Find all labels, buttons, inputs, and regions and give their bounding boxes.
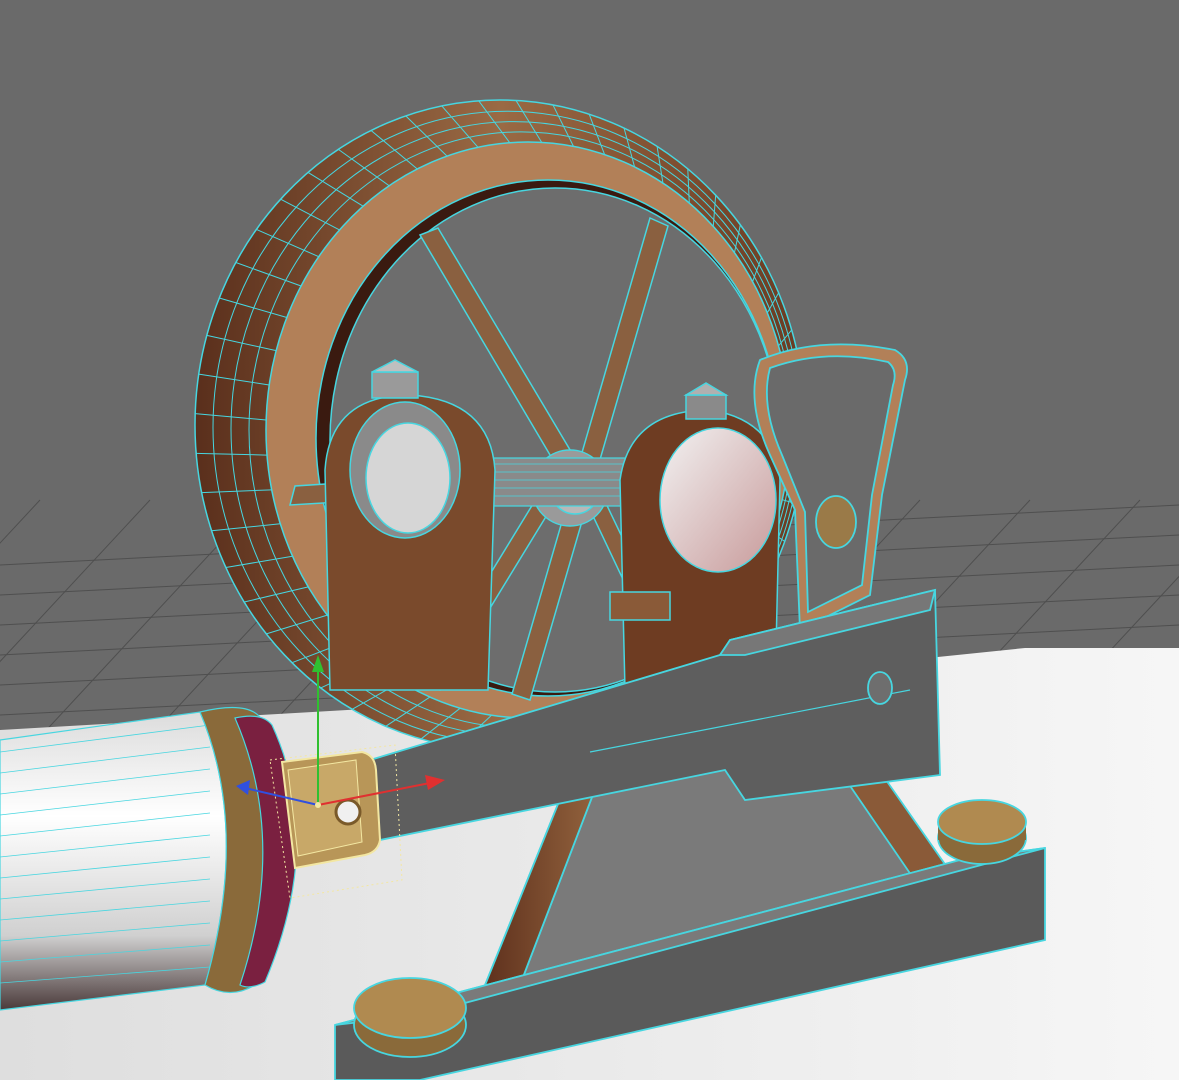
rod-pin	[867, 671, 893, 705]
3d-viewport[interactable]	[0, 0, 1179, 1080]
scene-canvas[interactable]	[0, 0, 1179, 1080]
cylinder[interactable]	[0, 706, 298, 1011]
cross-head-pin	[334, 798, 362, 826]
crank-pin	[815, 495, 857, 549]
gizmo-center[interactable]	[315, 802, 321, 808]
